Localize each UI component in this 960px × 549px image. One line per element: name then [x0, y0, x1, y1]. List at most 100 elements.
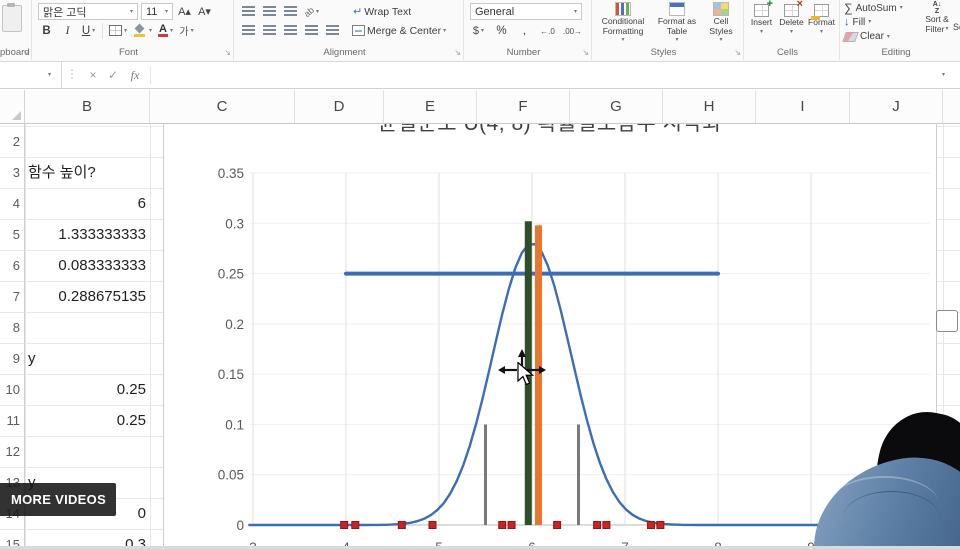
align-middle-button[interactable] — [261, 3, 278, 20]
decrease-decimal-icon — [563, 25, 582, 37]
row-header-5[interactable]: 5 — [0, 219, 24, 250]
fill-button[interactable]: Fill — [844, 16, 871, 28]
chevron-down-icon — [48, 72, 51, 78]
clear-button[interactable]: Clear — [842, 31, 890, 42]
phonetic-guide-button[interactable] — [178, 22, 195, 39]
align-bottom-button[interactable] — [282, 3, 299, 20]
decrease-indent-button[interactable] — [303, 22, 320, 39]
cell-B6[interactable]: 0.083333333 — [25, 250, 149, 281]
row-header-2[interactable]: 2 — [0, 126, 24, 157]
borders-button[interactable] — [108, 22, 128, 39]
cancel-button[interactable]: × — [84, 66, 102, 84]
format-as-table-label: Format as Table — [657, 16, 697, 36]
chevron-down-icon — [820, 29, 823, 35]
cell-B3[interactable]: 함수 높이? — [25, 157, 149, 188]
row-header-4[interactable]: 4 — [0, 188, 24, 219]
row-header-11[interactable]: 11 — [0, 405, 24, 436]
orientation-button[interactable] — [303, 3, 320, 20]
insert-button[interactable]: Insert — [747, 0, 776, 35]
fill-color-button[interactable] — [132, 22, 153, 39]
align-right-button[interactable] — [282, 22, 299, 39]
currency-icon — [473, 25, 479, 37]
italic-button[interactable]: I — [59, 22, 76, 39]
format-as-table-button[interactable]: Format as Table — [654, 2, 700, 43]
name-box[interactable] — [0, 62, 62, 88]
sort-filter-button[interactable]: Sort & Filter — [920, 2, 954, 34]
merge-center-icon — [352, 25, 365, 36]
phonetic-guide-icon — [179, 23, 188, 38]
column-header-H[interactable]: H — [663, 90, 756, 123]
cell-B7[interactable]: 0.288675135 — [25, 281, 149, 312]
row-header-9[interactable]: 9 — [0, 343, 24, 374]
decrease-font-size-button[interactable] — [196, 3, 213, 20]
font-dialog-launcher-icon[interactable] — [224, 49, 231, 57]
alignment-dialog-launcher-icon[interactable] — [454, 49, 461, 57]
more-videos-button[interactable]: MORE VIDEOS — [0, 483, 116, 516]
select-all-corner[interactable] — [0, 90, 25, 123]
increase-decimal-button[interactable] — [539, 22, 556, 39]
font-color-button[interactable] — [157, 22, 174, 39]
chart-object[interactable]: 균일분포 U(4, 8) 확률밀도함수 시각화 00.050.10.150.20… — [163, 124, 937, 549]
cell-B4[interactable]: 6 — [25, 188, 149, 219]
row-header-3[interactable]: 3 — [0, 157, 24, 188]
autosum-label: AutoSum — [855, 2, 897, 14]
align-center-button[interactable] — [261, 22, 278, 39]
column-header-I[interactable]: I — [756, 90, 850, 123]
format-button[interactable]: Format — [807, 4, 836, 35]
row-header-6[interactable]: 6 — [0, 250, 24, 281]
row-header-12[interactable]: 12 — [0, 436, 24, 467]
number-dialog-launcher-icon[interactable] — [582, 49, 589, 57]
column-header-G[interactable]: G — [570, 90, 663, 123]
wrap-text-button[interactable]: Wrap Text — [352, 3, 412, 20]
autosum-button[interactable]: AutoSum — [844, 1, 903, 15]
delete-button[interactable]: Delete — [777, 0, 806, 35]
clipboard-dialog-launcher-icon[interactable] — [22, 49, 29, 57]
comma-style-button[interactable]: , — [516, 22, 533, 39]
cell-B11[interactable]: 0.25 — [25, 405, 149, 436]
column-header-D[interactable]: D — [295, 90, 384, 123]
cells-group-label: Cells — [776, 47, 799, 58]
enter-button[interactable]: ✓ — [104, 66, 122, 84]
increase-indent-button[interactable] — [324, 22, 341, 39]
column-header-J[interactable]: J — [850, 90, 943, 123]
percent-style-button[interactable]: % — [493, 22, 510, 39]
cell-B5[interactable]: 1.333333333 — [25, 219, 149, 250]
align-left-button[interactable] — [240, 22, 257, 39]
chevron-down-icon — [868, 19, 871, 25]
decrease-decimal-button[interactable] — [562, 22, 583, 39]
cell-styles-button[interactable]: Cell Styles — [702, 2, 740, 43]
column-header-B[interactable]: B — [25, 90, 150, 123]
underline-button[interactable]: U — [80, 22, 97, 39]
insert-function-button[interactable]: fx — [126, 66, 144, 84]
styles-dialog-launcher-icon[interactable] — [734, 49, 741, 57]
align-bottom-icon — [284, 6, 297, 17]
row-header-7[interactable]: 7 — [0, 281, 24, 312]
row-header-8[interactable]: 8 — [0, 312, 24, 343]
align-top-button[interactable] — [240, 3, 257, 20]
paste-button[interactable] — [2, 3, 22, 32]
cell-B10[interactable]: 0.25 — [25, 374, 149, 405]
number-group-label: Number — [506, 47, 541, 58]
bold-button[interactable]: B — [38, 22, 55, 39]
row-header-10[interactable]: 10 — [0, 374, 24, 405]
column-header-C[interactable]: C — [150, 90, 295, 123]
column-header-F[interactable]: F — [477, 90, 570, 123]
chart-resize-handle[interactable] — [936, 310, 958, 332]
font-name-select[interactable]: 맑은 고딕 — [38, 3, 138, 20]
number-format-select[interactable]: General — [470, 3, 582, 20]
conditional-formatting-icon — [615, 2, 631, 16]
separator — [102, 22, 103, 39]
find-select-button[interactable]: Se — [953, 22, 960, 32]
cell-B9[interactable]: y — [25, 343, 149, 374]
mouse-pointer-icon — [517, 362, 535, 386]
font-size-select[interactable]: 11 — [141, 3, 173, 20]
accounting-format-button[interactable] — [470, 22, 487, 39]
delete-label: Delete — [779, 17, 804, 27]
increase-font-size-button[interactable] — [176, 3, 193, 20]
svg-text:0.3: 0.3 — [225, 216, 244, 231]
merge-center-button[interactable]: Merge & Center — [351, 22, 447, 39]
column-header-E[interactable]: E — [384, 90, 477, 123]
conditional-formatting-button[interactable]: Conditional Formatting — [596, 2, 650, 43]
formula-bar-expand-icon[interactable] — [942, 72, 945, 78]
formula-bar: × ✓ fx — [0, 62, 960, 89]
